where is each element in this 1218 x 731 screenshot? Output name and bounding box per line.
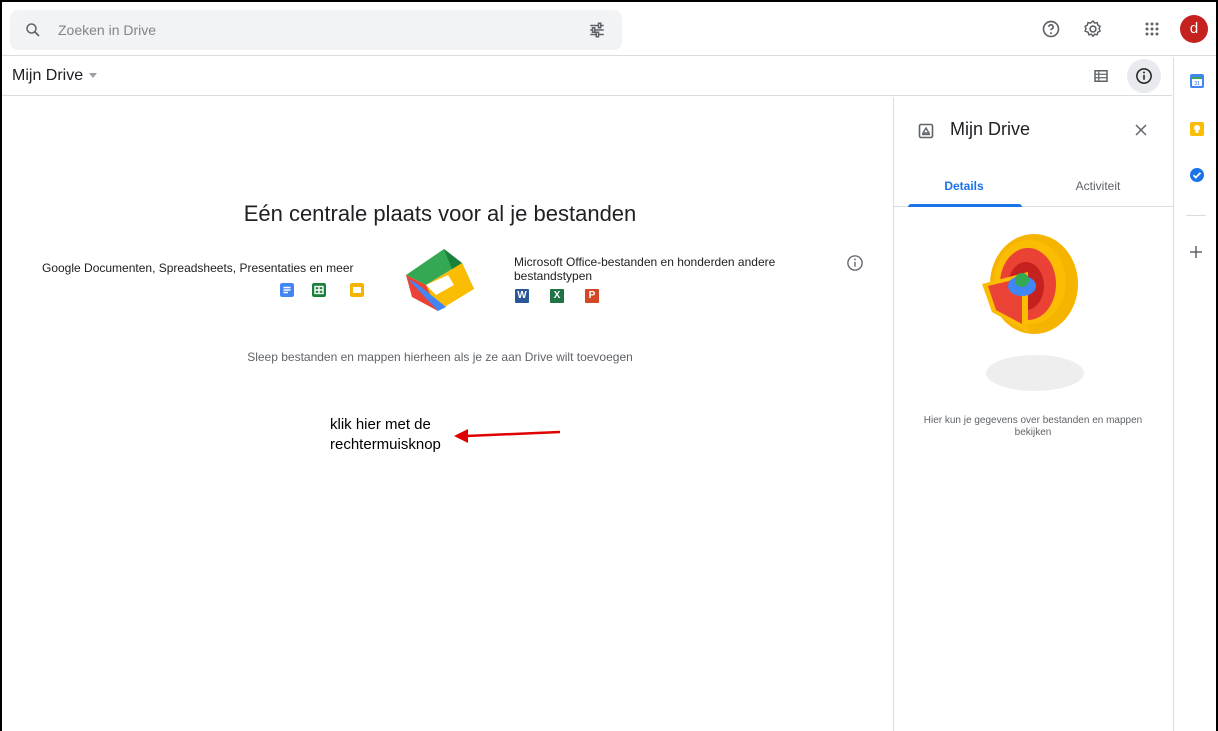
apps-icon[interactable] [1142,19,1162,39]
powerpoint-icon: P [585,289,599,303]
avatar[interactable]: d [1180,15,1208,43]
excel-icon: X [550,289,564,303]
illustration-shadow [986,355,1084,391]
word-icon: W [515,289,529,303]
calendar-icon[interactable]: 31 [1189,73,1205,89]
rail-divider [1186,215,1206,216]
page-title: Mijn Drive [12,67,84,84]
info-icon [1136,68,1152,84]
annotation-line-2: rechtermuisknop [330,436,441,453]
location-bar: Mijn Drive [2,57,1172,96]
details-panel-title: Mijn Drive [950,119,1031,139]
my-drive-dropdown[interactable]: Mijn Drive [12,67,98,85]
details-empty-text: Hier kun je gegevens over bestanden en m… [923,415,1143,438]
details-toggle-button[interactable] [1127,59,1161,93]
drive-folder-icon [918,123,934,139]
svg-text:31: 31 [1194,81,1200,87]
docs-icon [280,283,294,297]
drag-hint-text: Sleep bestanden en mappen hierheen als j… [247,350,633,364]
list-view-icon[interactable] [1092,67,1110,85]
info-icon[interactable] [846,254,864,272]
drive-logo [406,249,474,311]
tasks-icon[interactable] [1189,167,1205,183]
side-panel-rail: 31 [1173,57,1218,731]
help-icon[interactable] [1041,19,1061,39]
caret-down-icon [89,73,98,79]
drive-drop-zone[interactable]: Eén centrale plaats voor al je bestanden… [2,97,893,731]
empty-state-headline: Eén centrale plaats voor al je bestanden [243,201,637,226]
search-icon[interactable] [24,21,42,39]
add-icon[interactable] [1189,245,1203,259]
drive-core-illustration [982,234,1078,334]
sheets-icon [312,283,326,297]
active-tab-indicator [908,204,1022,207]
google-files-caption: Google Documenten, Spreadsheets, Present… [42,261,354,275]
details-panel: Mijn Drive Details Activiteit Hier kun j… [893,97,1173,731]
keep-icon[interactable] [1189,121,1205,137]
tab-activity[interactable]: Activiteit [1042,179,1154,193]
top-bar: d [2,2,1216,56]
close-icon[interactable] [1134,123,1148,137]
annotation-arrow-icon [454,429,561,443]
annotation-text: klik hier met de rechtermuisknop [330,415,441,455]
annotation-line-1: klik hier met de [330,416,431,433]
office-files-caption: Microsoft Office-bestanden en honderden … [514,255,776,283]
settings-icon[interactable] [1083,19,1103,39]
details-tabs: Details Activiteit [894,167,1173,207]
search-bar[interactable] [10,10,622,50]
search-input[interactable] [58,18,538,42]
tune-icon[interactable] [588,21,606,39]
tab-details[interactable]: Details [908,179,1020,193]
slides-icon [350,283,364,297]
